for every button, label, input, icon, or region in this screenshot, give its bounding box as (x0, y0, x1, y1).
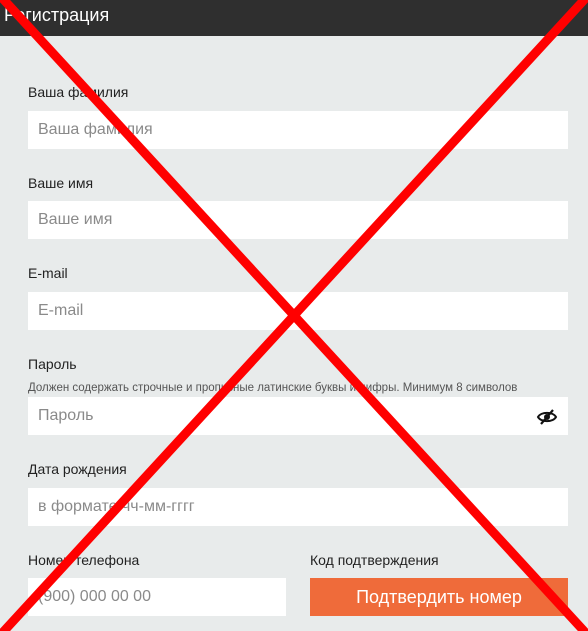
email-input[interactable] (28, 292, 568, 330)
first-name-input[interactable] (28, 201, 568, 239)
page-title: Регистрация (4, 5, 110, 25)
last-name-label: Ваша фамилия (28, 84, 129, 100)
password-hint: Должен содержать строчные и прописные ла… (28, 382, 518, 394)
email-label: E-mail (28, 265, 68, 281)
birth-date-label: Дата рождения (28, 461, 127, 477)
password-input[interactable] (28, 397, 568, 435)
password-label: Пароль (28, 356, 77, 372)
confirmation-code-label: Код подтверждения (310, 552, 439, 568)
phone-label: Номер телефона (28, 552, 140, 568)
page-header: Регистрация (0, 0, 588, 36)
eye-slash-icon[interactable] (536, 407, 558, 427)
last-name-input[interactable] (28, 111, 568, 149)
phone-input[interactable] (28, 578, 286, 616)
birth-date-input[interactable] (28, 488, 568, 526)
first-name-label: Ваше имя (28, 175, 94, 191)
confirm-number-button[interactable]: Подтвердить номер (310, 578, 568, 616)
